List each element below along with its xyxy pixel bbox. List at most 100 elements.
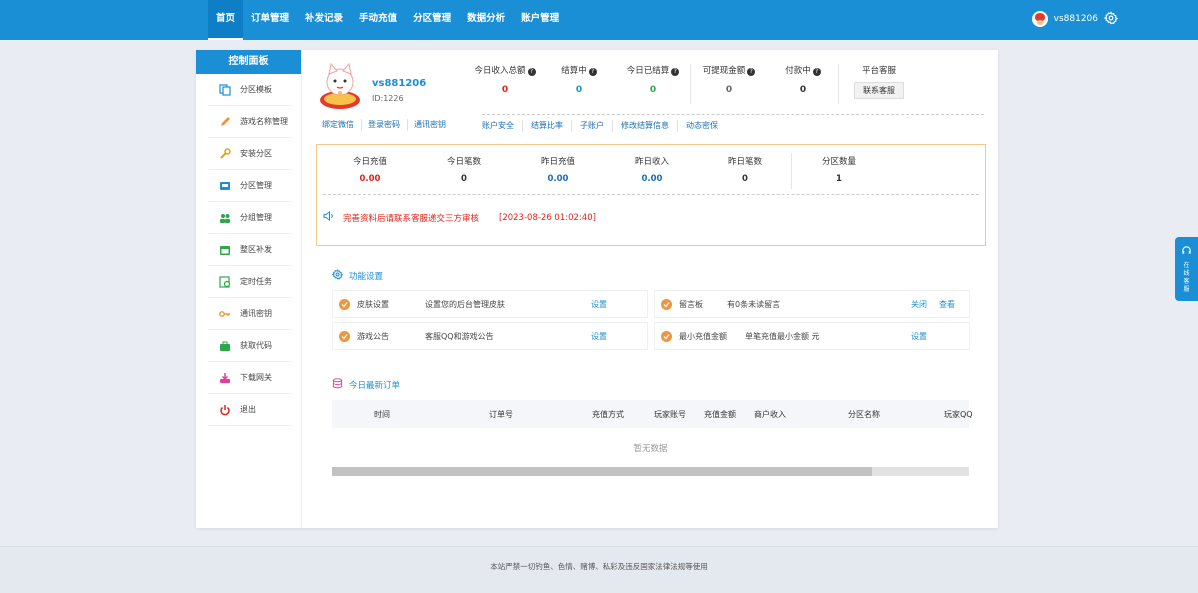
stat-label: 今日已结算 — [626, 66, 670, 76]
sidebar-item-install-zone[interactable]: 安装分区 — [208, 138, 292, 170]
nav-reissue-records[interactable]: 补发记录 — [297, 0, 351, 40]
sidebar-item-group-management[interactable]: 分组管理 — [208, 202, 292, 234]
summary-value: 0.00 — [359, 174, 381, 184]
message-board-close-button[interactable]: 关闭 — [911, 299, 927, 310]
service-label: 平台客服 — [861, 66, 896, 76]
nav-orders[interactable]: 订单管理 — [243, 0, 297, 40]
column-header: 时间 — [374, 410, 390, 419]
key-icon — [218, 307, 232, 321]
sidebar-item-comm-key[interactable]: 通讯密钥 — [208, 298, 292, 330]
nav-data-analysis[interactable]: 数据分析 — [459, 0, 513, 40]
function-desc: 设置您的后台管理皮肤 — [425, 299, 505, 309]
function-name: 游戏公告 — [357, 331, 389, 341]
bind-wechat-link[interactable]: 绑定微信 — [322, 119, 362, 131]
settings-gear-icon[interactable] — [1103, 11, 1119, 28]
sidebar-item-game-name[interactable]: 游戏名称管理 — [208, 106, 292, 138]
scrollbar-thumb[interactable] — [332, 467, 872, 476]
wrench-icon — [218, 147, 232, 161]
nav-home[interactable]: 首页 — [208, 0, 244, 40]
briefcase-icon — [218, 339, 232, 353]
database-icon — [332, 378, 343, 392]
sidebar-item-get-code[interactable]: 获取代码 — [208, 330, 292, 362]
edit-settlement-info-link[interactable]: 修改结算信息 — [621, 120, 678, 132]
summary-label: 今日笔数 — [446, 157, 481, 167]
help-icon[interactable]: ? — [747, 68, 756, 76]
settlement-rate-link[interactable]: 结算比率 — [531, 120, 572, 132]
orders-table-header: 时间 订单号 充值方式 玩家账号 充值金额 商户收入 分区名称 玩家QQ — [332, 400, 973, 428]
yesterday-count: 昨日笔数 0 — [700, 155, 790, 184]
skin-setting-row: 皮肤设置 设置您的后台管理皮肤 设置 — [332, 290, 648, 318]
summary-label: 昨日笔数 — [727, 157, 762, 167]
game-notice-setting-button[interactable]: 设置 — [591, 331, 607, 342]
comm-key-link[interactable]: 通讯密钥 — [414, 119, 453, 131]
sidebar-item-download-gateway[interactable]: 下载网关 — [208, 362, 292, 394]
stat-today-income: 今日收入总额? 0 — [470, 64, 540, 95]
stat-value: 0 — [575, 85, 583, 95]
latest-orders-title: 今日最新订单 — [332, 378, 400, 392]
notice-message: 完善资料后请联系客服递交三方审核 — [343, 213, 480, 224]
help-icon[interactable]: ? — [812, 68, 821, 76]
dynamic-security-link[interactable]: 动态密保 — [686, 120, 726, 132]
inbox-icon — [218, 179, 232, 193]
dashed-divider — [323, 194, 979, 195]
account-security-link[interactable]: 账户安全 — [482, 120, 523, 132]
check-icon — [661, 330, 672, 342]
yesterday-recharge: 昨日充值 0.00 — [513, 155, 603, 184]
pencil-icon — [218, 115, 232, 129]
summary-label: 昨日收入 — [634, 157, 669, 167]
top-navbar: 首页 订单管理 补发记录 手动充值 分区管理 数据分析 账户管理 vs88120… — [0, 0, 1198, 40]
check-icon — [661, 298, 672, 310]
summary-value: 0 — [461, 174, 467, 184]
profile-links: 绑定微信 登录密码 通讯密钥 — [322, 119, 459, 131]
login-password-link[interactable]: 登录密码 — [368, 119, 408, 131]
notice-bar: 完善资料后请联系客服递交三方审核 [2023-08-26 01:02:40] — [323, 211, 596, 224]
min-recharge-setting-button[interactable]: 设置 — [911, 331, 927, 342]
help-icon[interactable]: ? — [588, 68, 597, 76]
speaker-icon — [323, 211, 335, 224]
check-icon — [339, 330, 350, 342]
main-nav: 首页 订单管理 补发记录 手动充值 分区管理 数据分析 账户管理 — [208, 0, 567, 40]
contact-service-button[interactable]: 联系客服 — [854, 82, 904, 99]
sidebar-item-zone-template[interactable]: 分区模板 — [208, 74, 292, 106]
section-title-text: 功能设置 — [349, 272, 384, 282]
orders-horizontal-scrollbar[interactable] — [332, 467, 969, 476]
sidebar-item-scheduled-tasks[interactable]: 定时任务 — [208, 266, 292, 298]
stat-settling: 结算中? 0 — [544, 64, 614, 95]
skin-setting-button[interactable]: 设置 — [591, 299, 607, 310]
divider — [690, 64, 691, 104]
copy-icon — [218, 83, 232, 97]
nav-zone-management[interactable]: 分区管理 — [405, 0, 459, 40]
column-header: 订单号 — [489, 410, 513, 419]
account-stats: 今日收入总额? 0 结算中? 0 今日已结算? 0 可提现金额? 0 付款中? … — [470, 64, 990, 104]
min-recharge-row: 最小充值金额 单笔充值最小金额 元 设置 — [654, 322, 970, 350]
sidebar-item-label: 安装分区 — [240, 149, 272, 158]
users-icon — [218, 211, 232, 225]
message-board-row: 留言板 有0条未读留言 关闭 查看 — [654, 290, 970, 318]
column-header: 分区名称 — [848, 410, 880, 419]
user-menu[interactable]: vs881206 — [1031, 11, 1098, 27]
help-icon[interactable]: ? — [671, 68, 680, 76]
help-icon[interactable]: ? — [527, 68, 536, 76]
sidebar-item-zone-reissue[interactable]: 整区补发 — [208, 234, 292, 266]
online-service-float-button[interactable]: 在线客服 — [1175, 237, 1198, 301]
nav-manual-recharge[interactable]: 手动充值 — [351, 0, 405, 40]
stat-value: 0 — [501, 85, 509, 95]
calendar-icon — [218, 243, 232, 257]
stat-label: 今日收入总额 — [474, 66, 526, 76]
column-header: 商户收入 — [754, 410, 786, 419]
function-desc: 单笔充值最小金额 元 — [745, 331, 820, 341]
sidebar-item-logout[interactable]: 退出 — [208, 394, 292, 426]
stat-label: 付款中 — [785, 66, 811, 76]
nav-account-management[interactable]: 账户管理 — [513, 0, 567, 40]
function-name: 留言板 — [679, 299, 703, 309]
message-board-view-button[interactable]: 查看 — [939, 299, 955, 310]
sidebar-item-zone-management[interactable]: 分区管理 — [208, 170, 292, 202]
today-count: 今日笔数 0 — [419, 155, 509, 184]
today-summary-panel: 今日充值 0.00 今日笔数 0 昨日充值 0.00 昨日收入 0.00 昨日笔… — [316, 144, 986, 246]
game-notice-row: 游戏公告 客服QQ和游戏公告 设置 — [332, 322, 648, 350]
sub-account-link[interactable]: 子账户 — [580, 120, 613, 132]
footer-disclaimer: 本站严禁一切钓鱼、色情、赌博、私彩及违反国家法律法规等使用 — [0, 546, 1198, 593]
stat-value: 0 — [725, 85, 733, 95]
function-desc: 有0条未读留言 — [727, 299, 781, 309]
column-header: 玩家QQ — [944, 410, 973, 419]
